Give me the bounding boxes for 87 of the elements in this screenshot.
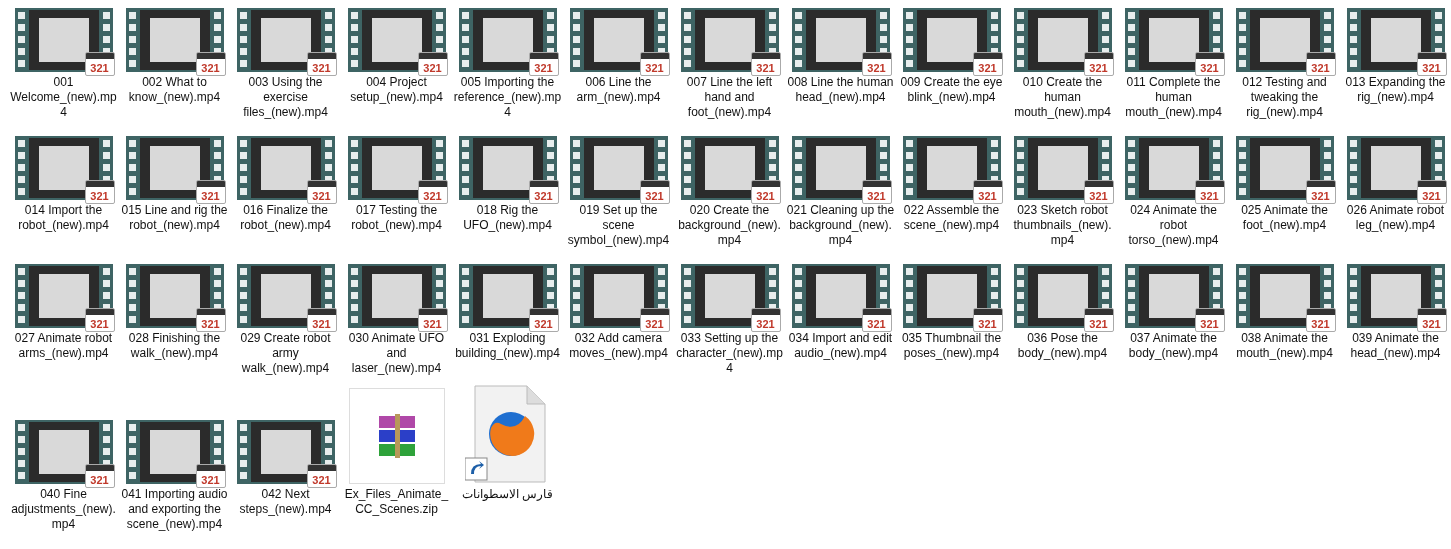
file-name[interactable]: 029 Create robot army walk_(new).mp4 [231,331,340,376]
player-badge-icon: 321 [84,308,115,332]
player-badge-icon: 321 [750,180,781,204]
player-badge-icon: 321 [750,308,781,332]
file-name[interactable]: 005 Importing the reference_(new).mp4 [453,75,562,120]
player-badge-icon: 321 [1194,52,1225,76]
player-badge-icon: 321 [1083,52,1114,76]
player-badge-icon: 321 [639,52,670,76]
file-name[interactable]: قارس الاسطوانات [453,487,562,502]
player-badge-icon: 321 [195,180,226,204]
player-badge-icon: 321 [972,308,1003,332]
file-name[interactable]: 039 Animate the head_(new).mp4 [1341,331,1450,361]
file-name[interactable]: 018 Rig the UFO_(new).mp4 [453,203,562,233]
file-name[interactable]: 007 Line the left hand and foot_(new).mp4 [675,75,784,120]
file-name[interactable]: 009 Create the eye blink_(new).mp4 [897,75,1006,105]
file-name[interactable]: 036 Pose the body_(new).mp4 [1008,331,1117,361]
file-name[interactable]: 041 Importing audio and exporting the scene_(new).mp4 [120,487,229,532]
file-name[interactable]: 026 Animate robot leg_(new).mp4 [1341,203,1450,233]
file-name[interactable]: 032 Add camera moves_(new).mp4 [564,331,673,361]
player-badge-icon: 321 [84,180,115,204]
file-name[interactable]: Ex_Files_Animate_CC_Scenes.zip [342,487,451,517]
player-badge-icon: 321 [639,180,670,204]
player-badge-icon: 321 [1083,180,1114,204]
player-badge-icon: 321 [84,464,115,488]
file-name[interactable]: 025 Animate the foot_(new).mp4 [1230,203,1339,233]
player-badge-icon: 321 [306,308,337,332]
player-badge-icon: 321 [861,52,892,76]
player-badge-icon: 321 [417,180,448,204]
player-badge-icon: 321 [972,180,1003,204]
file-name[interactable]: 038 Animate the mouth_(new).mp4 [1230,331,1339,361]
player-badge-icon: 321 [528,52,559,76]
file-name[interactable]: 011 Complete the human mouth_(new).mp4 [1119,75,1228,120]
file-name[interactable]: 023 Sketch robot thumbnails_(new).mp4 [1008,203,1117,248]
file-name[interactable]: 024 Animate the robot torso_(new).mp4 [1119,203,1228,248]
player-badge-icon: 321 [1305,180,1336,204]
player-badge-icon: 321 [195,308,226,332]
player-badge-icon: 321 [1416,180,1447,204]
file-name[interactable]: 030 Animate UFO and laser_(new).mp4 [342,331,451,376]
file-name[interactable]: 035 Thumbnail the poses_(new).mp4 [897,331,1006,361]
player-badge-icon: 321 [861,308,892,332]
player-badge-icon: 321 [1083,308,1114,332]
file-name[interactable]: 034 Import and edit audio_(new).mp4 [786,331,895,361]
player-badge-icon: 321 [972,52,1003,76]
player-badge-icon: 321 [861,180,892,204]
file-name[interactable]: 033 Setting up the character_(new).mp4 [675,331,784,376]
file-name[interactable]: 020 Create the background_(new).mp4 [675,203,784,248]
player-badge-icon: 321 [1305,308,1336,332]
player-badge-icon: 321 [195,464,226,488]
archive-icon [348,388,445,484]
file-name[interactable]: 027 Animate robot arms_(new).mp4 [9,331,118,361]
player-badge-icon: 321 [1305,52,1336,76]
file-name[interactable]: 008 Line the human head_(new).mp4 [786,75,895,105]
player-badge-icon: 321 [639,308,670,332]
file-name[interactable]: 004 Project setup_(new).mp4 [342,75,451,105]
file-name[interactable]: 028 Finishing the walk_(new).mp4 [120,331,229,361]
player-badge-icon: 321 [1416,308,1447,332]
file-name[interactable]: 019 Set up the scene symbol_(new).mp4 [564,203,673,248]
player-badge-icon: 321 [528,180,559,204]
player-badge-icon: 321 [195,52,226,76]
file-name[interactable]: 002 What to know_(new).mp4 [120,75,229,105]
file-name[interactable]: 037 Animate the body_(new).mp4 [1119,331,1228,361]
file-name[interactable]: 006 Line the arm_(new).mp4 [564,75,673,105]
file-name[interactable]: 014 Import the robot_(new).mp4 [9,203,118,233]
file-name[interactable]: 017 Testing the robot_(new).mp4 [342,203,451,233]
file-name[interactable]: 031 Exploding building_(new).mp4 [453,331,562,361]
player-badge-icon: 321 [1194,308,1225,332]
file-name[interactable]: 003 Using the exercise files_(new).mp4 [231,75,340,120]
file-name[interactable]: 016 Finalize the robot_(new).mp4 [231,203,340,233]
player-badge-icon: 321 [1194,180,1225,204]
file-name[interactable]: 015 Line and rig the robot_(new).mp4 [120,203,229,233]
player-badge-icon: 321 [417,308,448,332]
file-name[interactable]: 012 Testing and tweaking the rig_(new).mp4 [1230,75,1339,120]
file-name[interactable]: 001 Welcome_(new).mp4 [9,75,118,120]
file-name[interactable]: 021 Cleaning up the background_(new).mp4 [786,203,895,248]
file-name[interactable]: 040 Fine adjustments_(new).mp4 [9,487,118,532]
player-badge-icon: 321 [306,180,337,204]
player-badge-icon: 321 [306,52,337,76]
player-badge-icon: 321 [528,308,559,332]
player-badge-icon: 321 [1416,52,1447,76]
player-badge-icon: 321 [750,52,781,76]
file-name[interactable]: 042 Next steps_(new).mp4 [231,487,340,517]
player-badge-icon: 321 [84,52,115,76]
file-name[interactable]: 010 Create the human mouth_(new).mp4 [1008,75,1117,120]
file-name[interactable]: 013 Expanding the rig_(new).mp4 [1341,75,1450,105]
player-badge-icon: 321 [417,52,448,76]
player-badge-icon: 321 [306,464,337,488]
file-name[interactable]: 022 Assemble the scene_(new).mp4 [897,203,1006,233]
